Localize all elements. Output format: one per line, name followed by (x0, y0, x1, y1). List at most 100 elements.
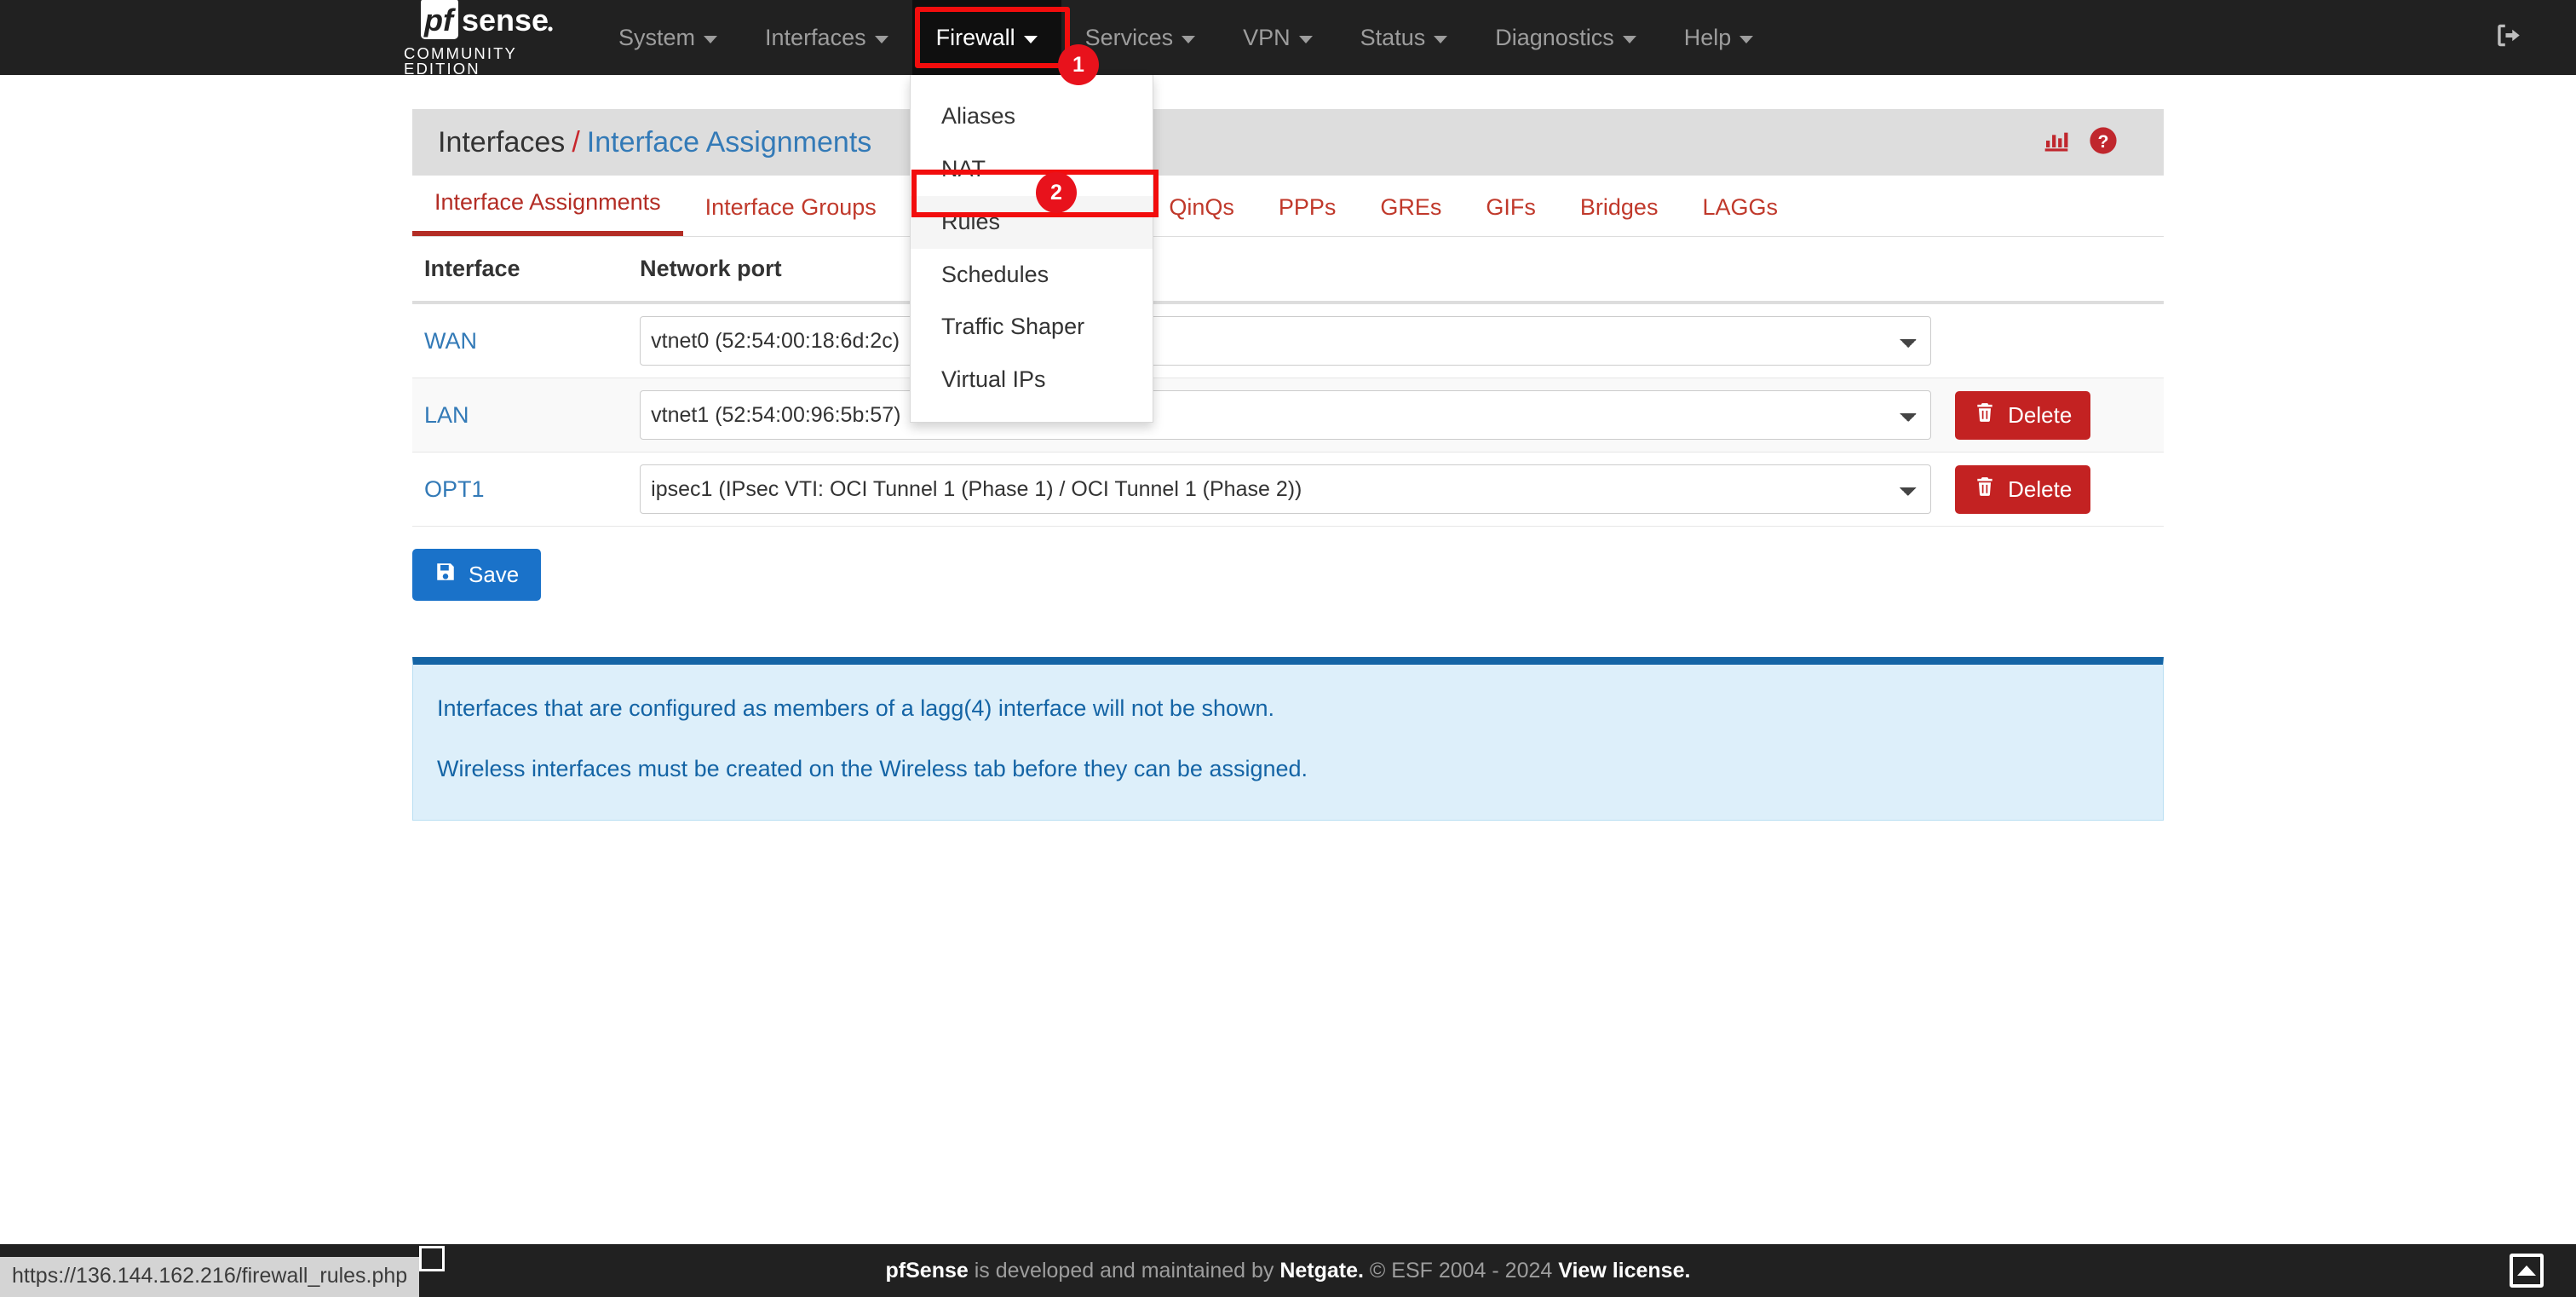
chevron-down-icon (1434, 35, 1448, 43)
footer-company: Netgate. (1279, 1258, 1364, 1283)
save-button-container: Save (412, 549, 2164, 601)
tab-gres[interactable]: GREs (1358, 194, 1463, 236)
cell-network-port: ipsec1 (IPsec VTI: OCI Tunnel 1 (Phase 1… (628, 452, 1944, 527)
table-head: Interface Network port (412, 237, 2164, 304)
column-header-actions (1943, 237, 2164, 304)
nav-item-system[interactable]: System (595, 0, 741, 75)
info-panel: Interfaces that are configured as member… (412, 657, 2164, 821)
save-button-label: Save (469, 562, 520, 587)
window-resize-grip[interactable] (419, 1246, 445, 1271)
chevron-down-icon (874, 35, 888, 43)
tab-interface-groups[interactable]: Interface Groups (683, 194, 899, 236)
interface-assignments-table: Interface Network port WAN vtnet0 (52:54… (412, 237, 2164, 527)
cell-interface: OPT1 (412, 452, 629, 527)
main-content: Interfaces / Interface Assignments ? Int… (0, 75, 2576, 821)
tab-bridges[interactable]: Bridges (1558, 194, 1681, 236)
chevron-down-icon (1182, 35, 1196, 43)
floppy-disk-icon (434, 561, 457, 589)
annotation-badge-2: 2 (1036, 172, 1077, 213)
breadcrumb-root: Interfaces (438, 125, 566, 159)
nav-item-label: System (618, 24, 696, 50)
cell-network-port: vtnet0 (52:54:00:18:6d:2c) (628, 303, 1944, 378)
cell-network-port: vtnet1 (52:54:00:96:5b:57) (628, 378, 1944, 453)
interface-link-wan[interactable]: WAN (424, 328, 477, 354)
table-header-row: Interface Network port (412, 237, 2164, 304)
breadcrumb-current[interactable]: Interface Assignments (587, 126, 872, 159)
footer-product: pfSense (885, 1258, 969, 1283)
nav-item-help[interactable]: Help (1660, 0, 1778, 75)
scroll-to-top-icon[interactable] (2510, 1254, 2544, 1288)
chevron-down-icon (1298, 35, 1313, 43)
network-port-select-lan[interactable]: vtnet1 (52:54:00:96:5b:57) (640, 390, 1932, 440)
page-header: Interfaces / Interface Assignments ? (412, 109, 2164, 176)
nav-item-label: Services (1084, 24, 1174, 50)
svg-text:sense: sense (462, 3, 549, 37)
table-body: WAN vtnet0 (52:54:00:18:6d:2c) LAN vtnet… (412, 303, 2164, 527)
up-triangle-icon (2517, 1265, 2536, 1276)
tab-interface-assignments[interactable]: Interface Assignments (412, 189, 683, 236)
breadcrumb: Interfaces / Interface Assignments (438, 126, 871, 159)
chart-bar-icon[interactable] (2043, 127, 2070, 159)
top-navbar: pf sense COMMUNITY EDITION System Interf… (0, 0, 2576, 78)
tab-qinqs[interactable]: QinQs (1147, 194, 1256, 236)
interface-link-opt1[interactable]: OPT1 (424, 476, 485, 502)
menu-item-aliases[interactable]: Aliases (911, 90, 1153, 143)
nav-item-label: Diagnostics (1495, 24, 1614, 50)
chevron-down-icon (1739, 35, 1754, 43)
nav-item-firewall[interactable]: Firewall (911, 0, 1061, 75)
network-port-select-opt1[interactable]: ipsec1 (IPsec VTI: OCI Tunnel 1 (Phase 1… (640, 464, 1932, 514)
info-panel-line-2: Wireless interfaces must be created on t… (437, 756, 1308, 781)
nav-item-interfaces[interactable]: Interfaces (741, 0, 912, 75)
cell-actions: Delete (1943, 452, 2164, 527)
menu-item-rules[interactable]: Rules (911, 195, 1153, 249)
footer-license-link[interactable]: View license. (1558, 1259, 1690, 1283)
info-panel-line-1: Interfaces that are configured as member… (437, 695, 1275, 721)
delete-button-lan[interactable]: Delete (1955, 390, 2091, 440)
tab-ppps[interactable]: PPPs (1256, 194, 1359, 236)
tab-gifs[interactable]: GIFs (1463, 194, 1558, 236)
cell-actions (1943, 303, 2164, 378)
cell-interface: WAN (412, 303, 629, 378)
table-row: WAN vtnet0 (52:54:00:18:6d:2c) (412, 303, 2164, 378)
logout-icon[interactable] (2494, 21, 2523, 55)
trash-icon (1974, 401, 1996, 429)
nav-item-vpn[interactable]: VPN (1219, 0, 1337, 75)
trash-icon (1974, 476, 1996, 504)
cell-interface: LAN (412, 378, 629, 453)
breadcrumb-separator: / (572, 125, 580, 159)
help-circle-icon[interactable]: ? (2089, 126, 2118, 159)
pfsense-page: pf sense COMMUNITY EDITION System Interf… (0, 0, 2576, 1297)
pfsense-logo-icon: pf sense (421, 0, 557, 43)
header-icons: ? (2043, 126, 2118, 159)
table-row: OPT1 ipsec1 (IPsec VTI: OCI Tunnel 1 (Ph… (412, 452, 2164, 527)
tab-laggs[interactable]: LAGGs (1680, 194, 1800, 236)
nav-items: System Interfaces Firewall Services VPN … (595, 0, 1777, 75)
brand-logo-block[interactable]: pf sense COMMUNITY EDITION (404, 0, 574, 78)
nav-item-label: Interfaces (765, 24, 866, 50)
nav-item-status[interactable]: Status (1337, 0, 1472, 75)
firewall-dropdown-menu: Aliases NAT Rules Schedules Traffic Shap… (910, 75, 1153, 424)
footer-text-mid: is developed and maintained by (968, 1258, 1280, 1283)
interface-link-lan[interactable]: LAN (424, 402, 469, 428)
status-bar-url: https://136.144.162.216/firewall_rules.p… (0, 1257, 420, 1297)
tab-bar: Interface Assignments Interface Groups W… (412, 176, 2164, 237)
delete-button-label: Delete (2008, 401, 2073, 428)
menu-item-schedules[interactable]: Schedules (911, 249, 1153, 302)
cell-actions: Delete (1943, 378, 2164, 453)
network-port-select-wan[interactable]: vtnet0 (52:54:00:18:6d:2c) (640, 316, 1932, 366)
svg-text:?: ? (2098, 130, 2109, 151)
menu-item-virtual-ips[interactable]: Virtual IPs (911, 354, 1153, 406)
nav-item-label: Help (1683, 24, 1732, 50)
annotation-badge-1: 1 (1058, 44, 1099, 85)
nav-item-diagnostics[interactable]: Diagnostics (1471, 0, 1660, 75)
chevron-down-icon (1023, 35, 1038, 43)
footer-copyright: © ESF 2004 - 2024 (1363, 1258, 1559, 1283)
delete-button-opt1[interactable]: Delete (1955, 464, 2091, 514)
nav-item-label: Firewall (935, 24, 1015, 50)
menu-item-nat[interactable]: NAT (911, 143, 1153, 196)
save-button[interactable]: Save (412, 549, 542, 601)
menu-item-traffic-shaper[interactable]: Traffic Shaper (911, 301, 1153, 354)
nav-item-label: VPN (1243, 24, 1291, 50)
column-header-network-port: Network port (628, 237, 1944, 304)
column-header-interface: Interface (412, 237, 629, 304)
